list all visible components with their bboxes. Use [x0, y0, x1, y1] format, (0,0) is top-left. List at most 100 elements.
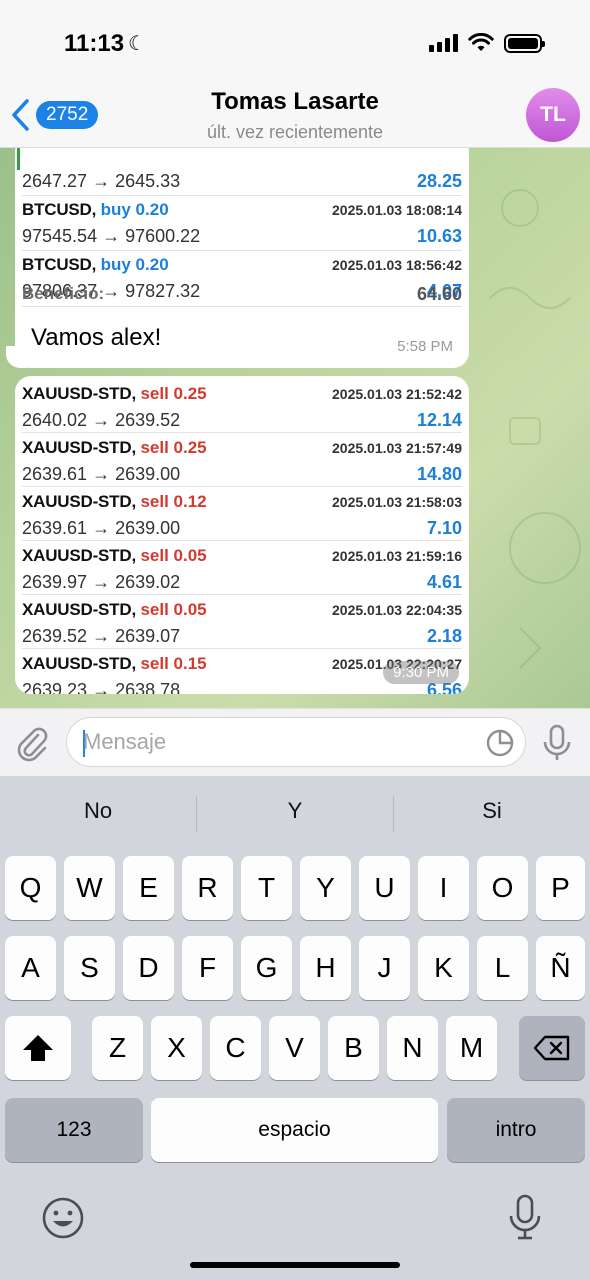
key-l[interactable]: L [477, 936, 528, 1000]
key-v[interactable]: V [269, 1016, 320, 1080]
trade-datetime: 2025.01.03 21:58:03 [332, 493, 462, 510]
trade-pair: XAUUSD-STD, [22, 491, 136, 511]
numbers-key[interactable]: 123 [5, 1098, 143, 1162]
benefit-value: 64.60 [416, 284, 462, 304]
trade-side: sell 0.25 [140, 437, 207, 457]
message-input-bar [0, 708, 590, 776]
cellular-signal-icon [429, 34, 458, 52]
benefit-label: Beneficio: [22, 284, 105, 303]
suggestion-2[interactable]: Y [197, 798, 393, 824]
trade-pair: XAUUSD-STD, [22, 599, 136, 619]
row-divider [22, 486, 462, 487]
sticker-icon[interactable] [485, 728, 515, 758]
suggestion-1[interactable]: No [0, 798, 196, 824]
trade-side: buy 0.20 [100, 254, 169, 274]
key-h[interactable]: H [300, 936, 351, 1000]
key-x[interactable]: X [151, 1016, 202, 1080]
contact-info[interactable]: Tomas Lasarte últ. vez recientemente [0, 88, 590, 143]
key-b[interactable]: B [328, 1016, 379, 1080]
row-divider [22, 432, 462, 433]
keyboard: No Y Si Q W E R T Y U I O P A S D F G H … [0, 776, 590, 1280]
key-f[interactable]: F [182, 936, 233, 1000]
avatar[interactable]: TL [526, 88, 580, 142]
message-bubble-2[interactable]: XAUUSD-STD, sell 0.25 2025.01.03 21:52:4… [15, 376, 469, 694]
trade-prices: 2639.52 → 2639.07 [22, 626, 181, 646]
benefit-row: Beneficio: 64.60 [22, 284, 462, 305]
key-p[interactable]: P [536, 856, 585, 920]
trade-row: XAUUSD-STD, sell 0.12 2025.01.03 21:58:0… [22, 488, 462, 542]
message-input[interactable] [83, 718, 463, 766]
key-n[interactable]: N [387, 1016, 438, 1080]
message-bubble-1[interactable]: 2647.27 → 2645.33 28.25 BTCUSD, buy 0.20… [15, 148, 469, 368]
trade-row: 2647.27 → 2645.33 28.25 [22, 148, 462, 195]
trade-prices: 2639.61 → 2639.00 [22, 518, 181, 538]
suggestion-3[interactable]: Si [394, 798, 590, 824]
trade-datetime: 2025.01.03 22:04:35 [332, 601, 462, 618]
trade-profit: 10.63 [416, 226, 462, 246]
key-s[interactable]: S [64, 936, 115, 1000]
key-i[interactable]: I [418, 856, 469, 920]
trade-prices: 2640.02 → 2639.52 [22, 410, 181, 430]
key-k[interactable]: K [418, 936, 469, 1000]
key-e[interactable]: E [123, 856, 174, 920]
top-bar: 11:13 ☾ 2752 Tomas Lasarte últ. vez reci… [0, 0, 590, 148]
key-d[interactable]: D [123, 936, 174, 1000]
key-m[interactable]: M [446, 1016, 497, 1080]
trade-prices: 2647.27 → 2645.33 [22, 171, 181, 191]
trade-side: sell 0.05 [140, 545, 207, 565]
key-w[interactable]: W [64, 856, 115, 920]
trade-datetime: 2025.01.03 21:59:16 [332, 547, 462, 564]
trade-profit: 12.14 [416, 410, 462, 430]
message-time: 9:30 PM [383, 661, 459, 684]
contact-status: últ. vez recientemente [206, 122, 384, 142]
trade-pair: XAUUSD-STD, [22, 653, 136, 673]
key-r[interactable]: R [182, 856, 233, 920]
message-field[interactable] [66, 717, 526, 767]
trade-side: sell 0.25 [140, 383, 207, 403]
trade-side: buy 0.20 [100, 199, 169, 219]
message-time: 5:58 PM [397, 338, 453, 355]
trade-pair: BTCUSD, [22, 199, 97, 219]
chat-area[interactable]: 2647.27 → 2645.33 28.25 BTCUSD, buy 0.20… [0, 148, 590, 708]
trade-side: sell 0.12 [140, 491, 207, 511]
emoji-icon[interactable] [40, 1192, 86, 1244]
trade-prices: 2639.97 → 2639.02 [22, 572, 181, 592]
contact-name: Tomas Lasarte [211, 88, 379, 115]
key-t[interactable]: T [241, 856, 292, 920]
trade-pair: XAUUSD-STD, [22, 545, 136, 565]
wifi-icon [468, 33, 494, 51]
trade-prices: 97545.54 → 97600.22 [22, 226, 201, 246]
microphone-icon[interactable] [540, 723, 574, 763]
trade-row: BTCUSD, buy 0.20 2025.01.03 18:08:14 975… [22, 196, 462, 250]
home-indicator[interactable] [190, 1262, 400, 1268]
trade-datetime: 2025.01.03 18:56:42 [332, 256, 462, 273]
key-o[interactable]: O [477, 856, 528, 920]
backspace-key[interactable] [519, 1016, 585, 1080]
status-time: 11:13 [64, 30, 125, 57]
return-key[interactable]: intro [447, 1098, 585, 1162]
trade-profit: 7.10 [426, 518, 462, 538]
key-enye[interactable]: Ñ [536, 936, 585, 1000]
trade-side: sell 0.05 [140, 599, 207, 619]
space-key[interactable]: espacio [151, 1098, 438, 1162]
trade-side: sell 0.15 [140, 653, 207, 673]
key-u[interactable]: U [359, 856, 410, 920]
row-divider [22, 594, 462, 595]
trade-row: XAUUSD-STD, sell 0.05 2025.01.03 21:59:1… [22, 542, 462, 596]
focus-moon-icon: ☾ [128, 33, 146, 55]
key-a[interactable]: A [5, 936, 56, 1000]
paperclip-icon[interactable] [14, 723, 50, 763]
shift-key[interactable] [5, 1016, 71, 1080]
key-c[interactable]: C [210, 1016, 261, 1080]
trade-datetime: 2025.01.03 21:57:49 [332, 439, 462, 456]
trade-row: XAUUSD-STD, sell 0.25 2025.01.03 21:57:4… [22, 434, 462, 488]
dictation-mic-icon[interactable] [502, 1192, 548, 1244]
trade-row: XAUUSD-STD, sell 0.25 2025.01.03 21:52:4… [22, 380, 462, 434]
trade-datetime: 2025.01.03 18:08:14 [332, 201, 462, 218]
key-z[interactable]: Z [92, 1016, 143, 1080]
trade-profit: 2.18 [426, 626, 462, 646]
key-y[interactable]: Y [300, 856, 351, 920]
key-g[interactable]: G [241, 936, 292, 1000]
key-q[interactable]: Q [5, 856, 56, 920]
key-j[interactable]: J [359, 936, 410, 1000]
